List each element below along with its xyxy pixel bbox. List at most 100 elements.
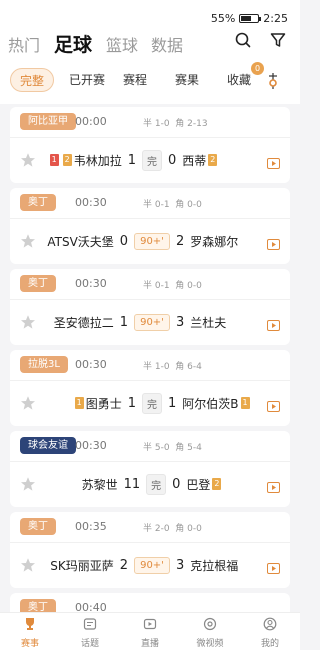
league-badge: 奥丁	[20, 518, 56, 535]
tab-football[interactable]: 足球	[54, 30, 92, 57]
filter-icon[interactable]	[270, 32, 286, 52]
star-icon[interactable]	[20, 395, 36, 411]
home-team[interactable]: ATSV沃夫堡	[47, 233, 113, 250]
tv-icon[interactable]	[267, 559, 280, 574]
card-divider	[10, 461, 290, 462]
nav-live-label: 直播	[140, 639, 159, 649]
half-score: 半 5-0	[143, 443, 170, 453]
star-icon[interactable]	[20, 233, 36, 249]
tab-hot[interactable]: 热门	[8, 32, 40, 56]
card-divider	[10, 299, 290, 300]
away-team[interactable]: 巴登	[186, 476, 210, 493]
live-icon	[143, 616, 157, 635]
half-score: 半 0-1	[143, 200, 170, 210]
half-corner-stats: 半 1-0 角 2-13	[143, 116, 208, 129]
tv-icon[interactable]	[267, 316, 280, 331]
half-score: 半 2-0	[143, 524, 170, 534]
home-side: SK玛丽亚萨	[42, 557, 114, 574]
away-side: 罗森娜尔	[190, 233, 262, 250]
match-card[interactable]: 奥丁 00:30 半 0-1 角 0-0 ATSV沃夫堡 0 90+' 2 罗森…	[10, 188, 290, 264]
star-icon[interactable]	[20, 152, 36, 168]
corner-count: 角 0-0	[175, 524, 202, 534]
home-score: 1	[119, 314, 129, 330]
match-status: 90+'	[134, 556, 170, 574]
card-divider	[10, 137, 290, 138]
away-yellow-card: 1	[240, 397, 250, 409]
match-row: SK玛丽亚萨 2 90+' 3 克拉根福	[42, 553, 262, 577]
away-team[interactable]: 西蒂	[182, 152, 206, 169]
match-row: 1 2 韦林加拉 1 完 0 西蒂 2	[42, 148, 262, 172]
home-team[interactable]: 韦林加拉	[74, 152, 122, 169]
league-badge: 球会友谊	[20, 437, 76, 454]
match-card[interactable]: 球会友谊 00:30 半 5-0 角 5-4 苏黎世 11 完 0 巴登 2	[10, 431, 290, 507]
status-bar: 55% 2:25	[0, 0, 300, 28]
match-card[interactable]: 奥丁 00:30 半 0-1 角 0-0 圣安德拉二 1 90+' 3 兰杜夫	[10, 269, 290, 345]
battery-icon	[239, 14, 262, 23]
away-team[interactable]: 克拉根福	[190, 557, 238, 574]
league-badge: 奥丁	[20, 194, 56, 211]
away-side: 兰杜夫	[190, 314, 262, 331]
nav-profile-label: 我的	[260, 639, 279, 649]
home-side: ATSV沃夫堡	[42, 233, 113, 250]
kickoff-time: 00:30	[75, 277, 107, 290]
match-status: 完	[146, 473, 167, 495]
away-team[interactable]: 罗森娜尔	[190, 233, 238, 250]
away-score: 2	[175, 233, 185, 249]
half-corner-stats: 半 0-1 角 0-0	[143, 278, 202, 291]
away-score: 0	[172, 476, 181, 492]
match-row: 1 图勇士 1 完 1 阿尔伯茨B 1	[42, 391, 262, 415]
away-team[interactable]: 兰杜夫	[190, 314, 226, 331]
half-score: 半 0-1	[143, 281, 170, 291]
nav-topics[interactable]: 话题	[66, 616, 114, 649]
match-card[interactable]: 拉脱3L 00:30 半 1-0 角 6-4 1 图勇士 1 完 1 阿尔伯茨B…	[10, 350, 290, 426]
tab-data[interactable]: 数据	[151, 32, 183, 56]
nav-events[interactable]: 赛事	[6, 616, 54, 649]
chip-favorites[interactable]: 收藏 0	[222, 62, 264, 92]
half-corner-stats: 半 1-0 角 6-4	[143, 359, 202, 372]
nav-events-label: 赛事	[20, 639, 39, 649]
kickoff-time: 00:30	[75, 358, 107, 371]
star-icon[interactable]	[20, 476, 36, 492]
home-team[interactable]: SK玛丽亚萨	[50, 557, 114, 574]
tv-icon[interactable]	[267, 235, 280, 250]
home-red-card: 1	[49, 154, 59, 166]
chip-all[interactable]: 完整	[10, 68, 54, 92]
away-side: 阿尔伯茨B 1	[182, 395, 262, 412]
kickoff-time: 00:30	[75, 196, 107, 209]
favorites-count-badge: 0	[251, 62, 264, 75]
search-icon[interactable]	[235, 32, 251, 52]
star-icon[interactable]	[20, 314, 36, 330]
home-team[interactable]: 图勇士	[86, 395, 122, 412]
match-card[interactable]: 奥丁 00:35 半 2-0 角 0-0 SK玛丽亚萨 2 90+' 3 克拉根…	[10, 512, 290, 588]
home-side: 圣安德拉二	[42, 314, 114, 331]
tv-icon[interactable]	[267, 154, 280, 169]
chip-started[interactable]: 已开赛	[64, 68, 110, 92]
away-score: 3	[175, 314, 185, 330]
home-team[interactable]: 圣安德拉二	[54, 314, 114, 331]
home-score: 1	[127, 152, 136, 168]
half-corner-stats: 半 5-0 角 5-4	[143, 440, 202, 453]
chip-schedule[interactable]: 赛程	[118, 68, 152, 92]
chip-results[interactable]: 赛果	[170, 68, 204, 92]
match-row: 苏黎世 11 完 0 巴登 2	[42, 472, 262, 496]
kickoff-time: 00:35	[75, 520, 107, 533]
home-yellow-card: 2	[62, 154, 72, 166]
half-corner-stats: 半 0-1 角 0-0	[143, 197, 202, 210]
match-card[interactable]: 阿比亚甲 00:00 半 1-0 角 2-13 1 2 韦林加拉 1 完 0 西…	[10, 107, 290, 183]
nav-profile[interactable]: 我的	[246, 616, 294, 649]
settings-slider-icon[interactable]	[266, 72, 280, 94]
home-team[interactable]: 苏黎世	[82, 476, 118, 493]
match-status: 90+'	[134, 232, 170, 250]
away-team[interactable]: 阿尔伯茨B	[182, 395, 238, 412]
corner-count: 角 5-4	[175, 443, 202, 453]
half-corner-stats: 半 2-0 角 0-0	[143, 521, 202, 534]
tab-basketball[interactable]: 篮球	[106, 32, 138, 56]
tv-icon[interactable]	[267, 478, 280, 493]
kickoff-time: 00:30	[75, 439, 107, 452]
nav-live[interactable]: 直播	[126, 616, 174, 649]
away-yellow-card: 2	[208, 154, 218, 166]
star-icon[interactable]	[20, 557, 36, 573]
match-status: 90+'	[134, 313, 170, 331]
tv-icon[interactable]	[267, 397, 280, 412]
nav-microvideo[interactable]: 微视频	[186, 616, 234, 649]
